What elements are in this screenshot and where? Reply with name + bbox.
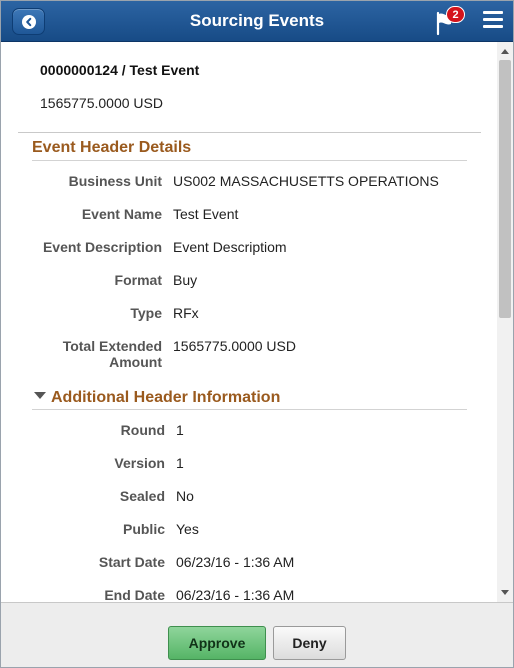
field-value: 1 — [176, 422, 184, 438]
event-summary-amount: 1565775.0000 USD — [40, 95, 163, 111]
event-summary-title: 0000000124 / Test Event — [40, 62, 200, 78]
field-value: 06/23/16 - 1:36 AM — [176, 587, 295, 602]
field-label: Version — [114, 455, 165, 471]
section-divider — [32, 409, 467, 410]
field-value: 1 — [176, 455, 184, 471]
field-value: Event Descriptiom — [173, 239, 287, 255]
field-label: Event Name — [81, 206, 162, 222]
action-footer: Approve Deny — [1, 602, 513, 667]
scrollbar-thumb[interactable] — [499, 60, 511, 318]
caret-down-icon — [34, 392, 46, 400]
field-value: Yes — [176, 521, 199, 537]
menu-button[interactable] — [483, 11, 503, 31]
scroll-up-arrow-icon[interactable] — [501, 49, 509, 54]
section-title-event-header: Event Header Details — [32, 139, 192, 156]
field-value: US002 MASSACHUSETTS OPERATIONS — [173, 173, 439, 189]
field-label: Sealed — [119, 488, 165, 504]
divider — [18, 132, 481, 133]
field-label: Event Description — [42, 239, 162, 255]
field-value: 06/23/16 - 1:36 AM — [176, 554, 295, 570]
header-bar: Sourcing Events 2 — [1, 1, 513, 42]
field-label: Round — [120, 422, 165, 438]
section-divider — [32, 160, 467, 161]
field-label-line: Total Extended — [62, 338, 162, 354]
field-label: Business Unit — [68, 173, 162, 189]
field-label: Type — [130, 305, 162, 321]
field-label-line: Amount — [109, 354, 162, 370]
field-value: Buy — [173, 272, 198, 288]
section-title-additional-info: Additional Header Information — [51, 389, 281, 406]
notifications-button[interactable]: 2 — [434, 6, 468, 36]
field-value: Test Event — [173, 206, 239, 222]
scroll-down-arrow-icon[interactable] — [501, 590, 509, 595]
deny-button[interactable]: Deny — [273, 626, 346, 660]
scroll-content[interactable]: 0000000124 / Test Event 1565775.0000 USD… — [1, 42, 497, 602]
field-value: 1565775.0000 USD — [173, 338, 296, 354]
field-label: Public — [122, 521, 165, 537]
scrollbar[interactable] — [497, 42, 513, 602]
field-label: End Date — [104, 587, 165, 602]
app-frame: Sourcing Events 2 0000000124 / Test Even… — [0, 0, 514, 668]
section-toggle-additional-info[interactable]: Additional Header Information — [34, 389, 280, 407]
field-value: No — [176, 488, 194, 504]
field-label: Format — [114, 272, 162, 288]
notification-badge: 2 — [446, 6, 465, 23]
field-value: RFx — [173, 305, 199, 321]
field-label: Total Extended Amount — [12, 338, 162, 370]
hamburger-icon — [483, 11, 503, 28]
approve-button[interactable]: Approve — [168, 626, 266, 660]
field-label: Start Date — [98, 554, 165, 570]
